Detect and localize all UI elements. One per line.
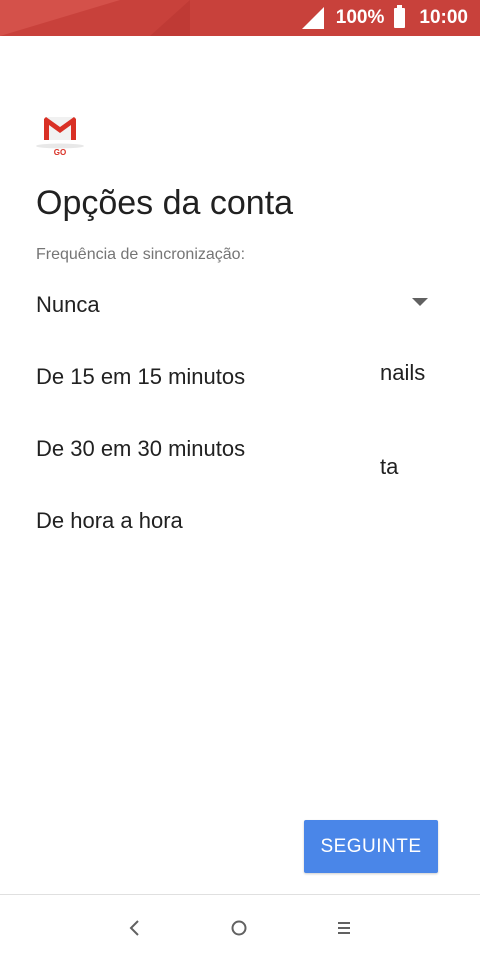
logo-text: GO — [54, 148, 66, 157]
battery-percent: 100% — [335, 7, 385, 28]
dropdown-option-never[interactable]: Nunca — [36, 292, 100, 318]
dropdown-option-15-min[interactable]: De 15 em 15 minutos — [36, 364, 245, 390]
home-icon[interactable] — [222, 911, 256, 945]
battery-icon — [394, 5, 406, 28]
menu-icon[interactable] — [327, 911, 361, 945]
screen: 100% 10:00 GO Opções da conta Frequência… — [0, 0, 480, 960]
dropdown-arrow-icon[interactable] — [412, 298, 428, 306]
hidden-option-fragment: ta — [380, 454, 399, 479]
signal-icon — [301, 7, 324, 29]
sync-frequency-dropdown: Nunca De 15 em 15 minutos De 30 em 30 mi… — [0, 268, 380, 556]
dropdown-option-30-min[interactable]: De 30 em 30 minutos — [36, 436, 245, 462]
gmail-go-icon: GO — [36, 117, 84, 157]
back-icon[interactable] — [118, 911, 152, 945]
status-bar: 100% 10:00 — [0, 0, 480, 36]
status-indicators: 100% 10:00 — [301, 0, 468, 36]
hidden-option-fragment: nails — [380, 360, 426, 385]
page-title: Opções da conta — [36, 184, 294, 222]
next-button[interactable]: SEGUINTE — [304, 820, 438, 873]
sync-frequency-label: Frequência de sincronização: — [36, 246, 246, 263]
dropdown-option-hourly[interactable]: De hora a hora — [36, 508, 183, 534]
navigation-bar — [0, 894, 480, 960]
clock: 10:00 — [419, 7, 468, 28]
